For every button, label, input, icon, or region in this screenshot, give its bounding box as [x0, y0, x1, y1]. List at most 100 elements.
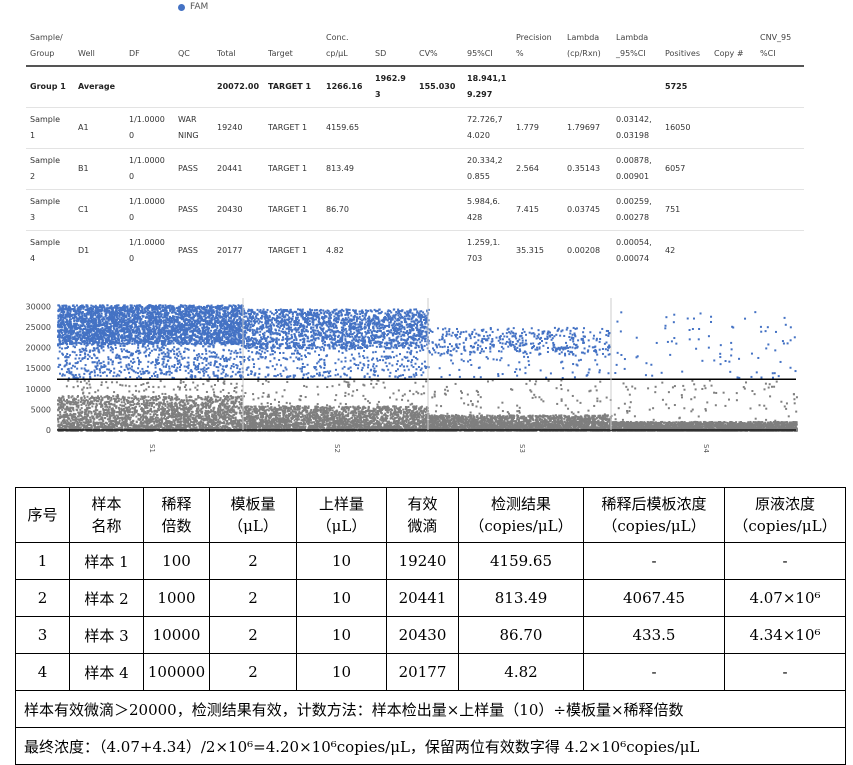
droplet-point [90, 395, 93, 398]
droplet-point [235, 412, 238, 415]
column-header: Copy # [714, 49, 744, 58]
droplet-point [174, 356, 177, 359]
droplet-point [59, 411, 62, 414]
droplet-point [202, 374, 205, 377]
droplet-point [207, 367, 210, 370]
droplet-point [208, 400, 211, 403]
table-cell: D1 [74, 230, 125, 271]
droplet-point [76, 422, 79, 425]
table-cell: 19240 [213, 107, 264, 149]
table-cell: 4.82 [322, 230, 371, 271]
table-row[interactable]: Sample 2 B1 1/1.0000 0 PASS 20441 TARGET 1 813… [26, 148, 804, 190]
droplet-point [224, 424, 227, 427]
droplet-point [86, 402, 89, 405]
droplet-point [145, 401, 148, 404]
droplet-point [186, 413, 189, 416]
droplet-point [70, 367, 73, 370]
droplet-point [57, 403, 60, 406]
droplet-point [130, 368, 133, 371]
droplet-point [120, 413, 123, 416]
droplet-point [83, 395, 86, 398]
droplet-point [126, 425, 129, 428]
droplet-point [108, 411, 111, 414]
droplet-point [100, 384, 103, 387]
table-row[interactable]: Sample 4 D1 1/1.0000 0 PASS 20177 TARGET 1 4.8… [26, 230, 804, 271]
table-cell [710, 230, 756, 271]
droplet-point [104, 405, 107, 408]
droplet-point [208, 411, 211, 414]
droplet-point [89, 416, 92, 419]
droplet-point [139, 398, 142, 401]
droplet-point [212, 418, 215, 421]
droplet-point [108, 406, 111, 409]
droplet-point [194, 405, 197, 408]
droplet-point [144, 410, 147, 413]
droplet-point [178, 366, 181, 369]
droplet-point [209, 418, 212, 421]
table-cell: 1266.16 [322, 65, 371, 108]
droplet-point [67, 396, 70, 399]
droplet-point [118, 419, 121, 422]
droplet-point [62, 399, 65, 402]
droplet-point [176, 407, 179, 410]
droplet-point [84, 353, 87, 356]
droplet-point [133, 412, 136, 415]
droplet-point [57, 357, 60, 360]
droplet-point [197, 394, 200, 397]
droplet-point [89, 386, 92, 389]
droplet-point [58, 416, 61, 419]
droplet-point [87, 419, 90, 422]
droplet-point [120, 423, 123, 426]
droplet-point [66, 415, 69, 418]
droplet-point [205, 368, 208, 371]
droplet-point [120, 401, 123, 404]
droplet-point [95, 396, 98, 399]
droplet-point [85, 407, 88, 410]
droplet-point [189, 395, 192, 398]
droplet-point [83, 399, 86, 402]
droplet-point [179, 424, 182, 427]
droplet-point [186, 419, 189, 422]
droplet-point [233, 387, 236, 390]
droplet-point [228, 398, 231, 401]
table-cell: 155.030 [415, 65, 463, 108]
table-cell [125, 65, 174, 108]
droplet-point [144, 320, 147, 323]
droplet-point [87, 353, 90, 356]
droplet-point [88, 398, 91, 401]
table-cell: TARGET 1 [264, 148, 322, 190]
droplet-point [128, 385, 131, 388]
droplet-point [217, 356, 220, 359]
droplet-point [177, 385, 180, 388]
droplet-point [115, 354, 118, 357]
droplet-point [199, 420, 202, 423]
droplet-point [162, 355, 165, 358]
table-cell: PASS [174, 148, 213, 190]
chart-legend: FAM [178, 2, 208, 12]
droplet-point [80, 411, 83, 414]
droplet-point [75, 343, 78, 346]
droplet-point [206, 426, 209, 429]
droplet-point [93, 396, 96, 399]
droplet-point [68, 417, 71, 420]
droplet-point [217, 418, 220, 421]
droplet-point [222, 371, 225, 374]
droplet-point [88, 423, 91, 426]
droplet-point [215, 400, 218, 403]
droplet-point [166, 400, 169, 403]
droplet-point [132, 401, 135, 404]
droplet-point [86, 395, 89, 398]
table-row[interactable]: Sample 3 C1 1/1.0000 0 PASS 20430 TARGET 1 86.… [26, 189, 804, 231]
droplet-point [196, 359, 199, 362]
droplet-point [134, 405, 137, 408]
table-row[interactable]: Sample 1 A1 1/1.0000 0 WAR NING 19240 TARGET … [26, 107, 804, 149]
droplet-point [93, 371, 96, 374]
table-cell [756, 189, 804, 231]
droplet-point [85, 344, 88, 347]
droplet-point [71, 350, 74, 353]
droplet-point [216, 420, 219, 423]
droplet-point [196, 388, 199, 391]
droplet-point [64, 415, 67, 418]
droplet-point [150, 427, 153, 430]
droplet-point [59, 413, 62, 416]
